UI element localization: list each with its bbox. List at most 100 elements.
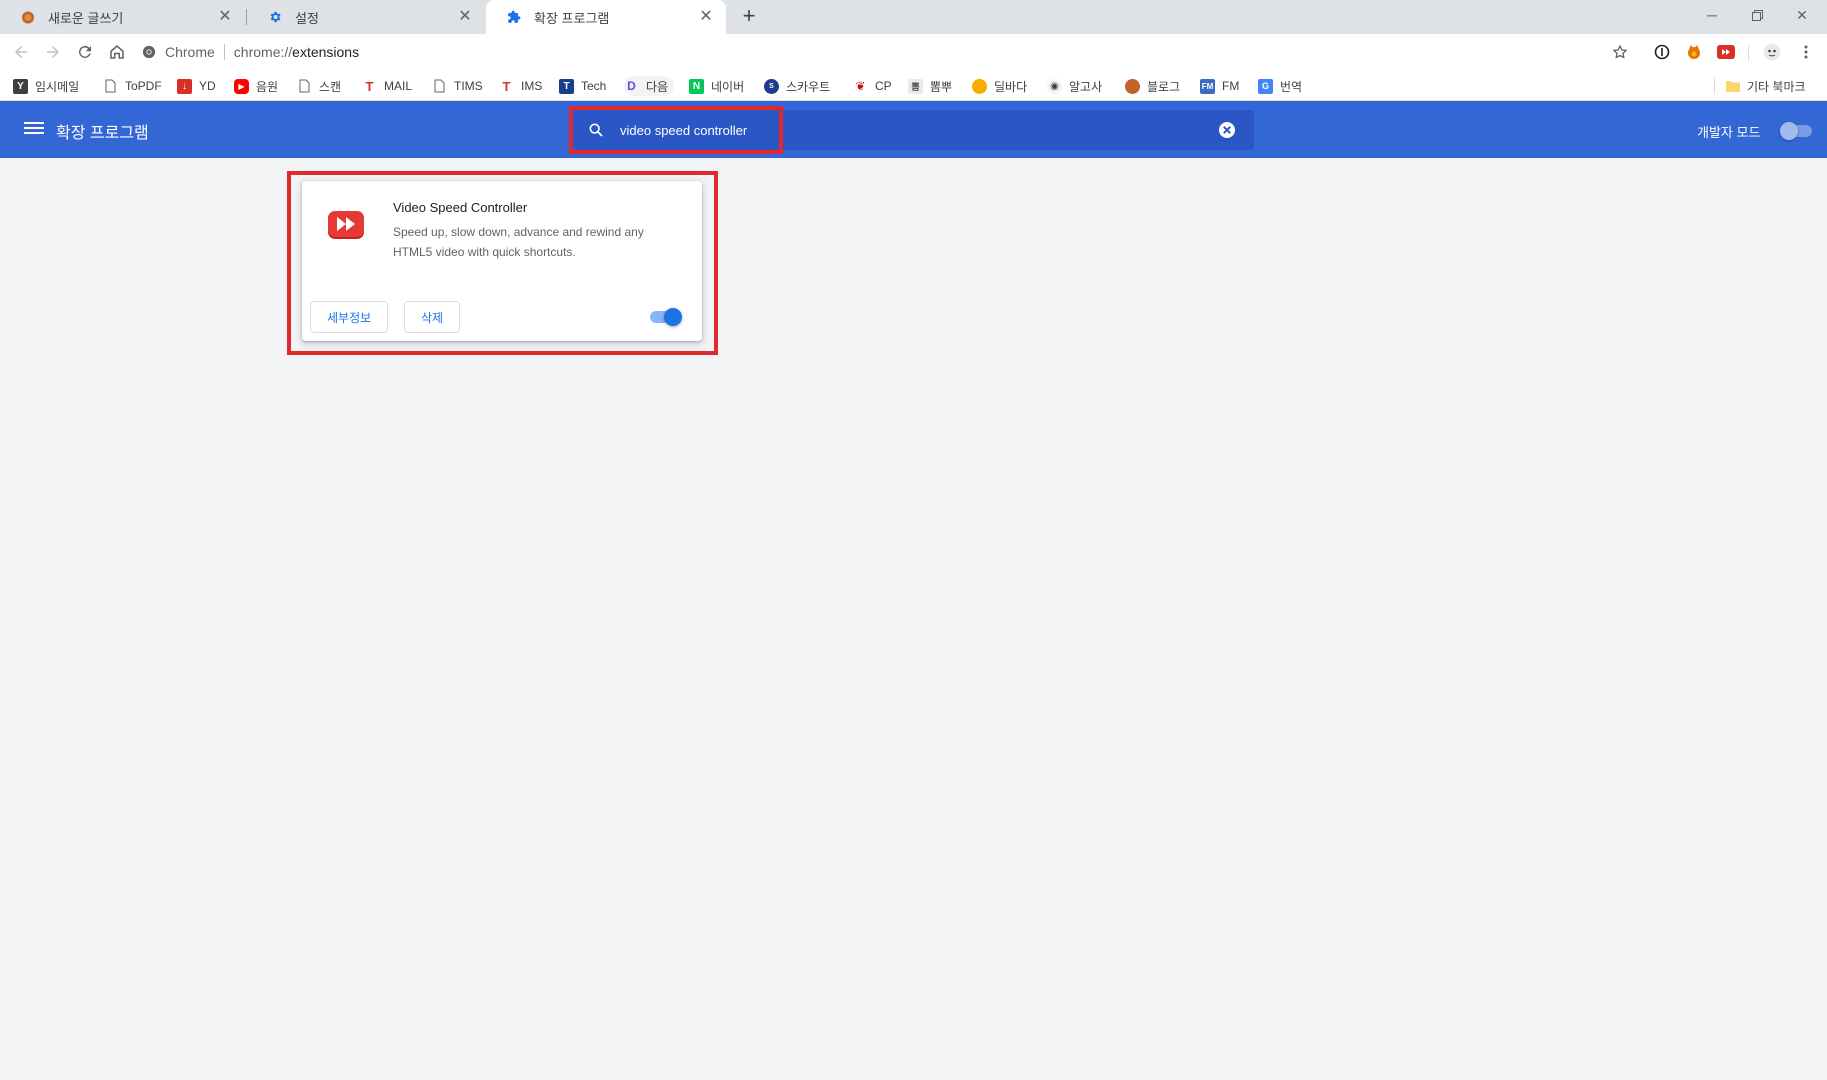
- bookmarks-bar: Y 임시메일 ToPDF ↓ YD ▶ 음원 스캔 T MAIL TIMS T IMS T…: [0, 70, 1827, 101]
- blog-icon: [20, 9, 36, 25]
- bookmark-label: IMS: [521, 79, 543, 93]
- translate-icon: G: [1258, 78, 1273, 94]
- bookmark-item[interactable]: TIMS: [432, 76, 483, 96]
- fast-forward-icon: [326, 205, 370, 249]
- bookmark-label: Tech: [581, 79, 607, 93]
- address-bar[interactable]: Chrome chrome://extensions: [142, 37, 1668, 67]
- fm-icon: FM: [1200, 78, 1215, 94]
- restore-button[interactable]: [1735, 0, 1779, 30]
- bookmark-item[interactable]: T MAIL: [362, 76, 413, 96]
- tech-icon: T: [559, 78, 574, 94]
- bookmark-item[interactable]: ❦ CP: [853, 76, 892, 96]
- tab-close-icon[interactable]: ✕: [217, 9, 233, 25]
- extension-card: Video Speed Controller Speed up, slow do…: [302, 181, 702, 341]
- bookmark-star-button[interactable]: [1611, 43, 1629, 61]
- tab-close-icon[interactable]: ✕: [457, 9, 473, 25]
- url-scheme: chrome://: [233, 44, 293, 60]
- search-input[interactable]: [620, 122, 1217, 138]
- chrome-menu-button[interactable]: [1797, 43, 1815, 61]
- bookmark-item[interactable]: N 네이버: [689, 76, 744, 96]
- chrome-icon: [142, 45, 156, 59]
- bookmark-label: 스캔: [319, 79, 342, 94]
- bookmark-item[interactable]: 블로그: [1125, 76, 1180, 96]
- clear-search-icon[interactable]: [1217, 120, 1237, 140]
- scout-icon: S: [764, 78, 779, 94]
- bookmark-item[interactable]: 딜바다: [972, 76, 1027, 96]
- dealbada-icon: [972, 78, 987, 94]
- extension-description: Speed up, slow down, advance and rewind …: [393, 225, 644, 259]
- bookmark-label: 임시메일: [35, 79, 80, 94]
- bookmark-label: YD: [199, 79, 216, 93]
- gear-icon: [267, 9, 283, 25]
- ppomppu-icon: 뽐: [908, 78, 923, 94]
- tab-new-post[interactable]: 새로운 글쓰기 ✕: [0, 0, 245, 34]
- download-icon: ↓: [177, 78, 192, 94]
- extension-enable-toggle[interactable]: [650, 308, 682, 326]
- bookmark-item[interactable]: ToPDF: [103, 76, 162, 96]
- extension-name: Video Speed Controller: [393, 200, 528, 215]
- bookmark-item[interactable]: ↓ YD: [177, 76, 216, 96]
- tab-title: 새로운 글쓰기: [48, 10, 124, 26]
- details-button[interactable]: 세부정보: [310, 301, 389, 333]
- bookmark-label: 알고사: [1069, 79, 1103, 94]
- bookmark-label: 음원: [256, 79, 279, 94]
- bookmark-item[interactable]: D 다음: [624, 76, 675, 96]
- bookmark-item[interactable]: 스캔: [297, 76, 341, 96]
- page-title: 확장 프로그램: [56, 125, 149, 142]
- bookmark-label: MAIL: [384, 79, 413, 93]
- bookmark-item[interactable]: ▶ 음원: [234, 76, 278, 96]
- new-tab-button[interactable]: +: [737, 5, 761, 29]
- algosa-icon: ◉: [1047, 78, 1062, 94]
- y-icon: Y: [13, 78, 28, 94]
- bookmark-item[interactable]: T Tech: [559, 76, 606, 96]
- bookmark-label: 블로그: [1147, 79, 1181, 94]
- minimize-button[interactable]: ─: [1690, 0, 1734, 30]
- bookmark-item[interactable]: S 스카우트: [764, 76, 830, 96]
- bookmark-item[interactable]: G 번역: [1258, 76, 1302, 96]
- page-icon: [103, 79, 118, 94]
- restore-icon: [1751, 9, 1763, 21]
- toggle-knob: [1780, 122, 1798, 140]
- bookmark-label: 뽐뿌: [930, 79, 953, 94]
- extension-info-button[interactable]: [1653, 43, 1671, 61]
- forward-button[interactable]: [41, 40, 65, 64]
- extensions-header: 확장 프로그램 개발자 모드: [0, 101, 1827, 158]
- back-button[interactable]: [9, 40, 33, 64]
- blog-icon: [1125, 78, 1140, 94]
- tab-close-icon[interactable]: ✕: [698, 9, 714, 25]
- naver-icon: N: [689, 78, 704, 94]
- bookmark-label: 번역: [1280, 79, 1303, 94]
- search-icon: [586, 120, 606, 140]
- more-vert-icon: [1804, 45, 1808, 59]
- omnibox-divider: [223, 44, 225, 60]
- t-icon: T: [502, 78, 511, 94]
- video-speed-extension-button[interactable]: [1717, 43, 1735, 61]
- other-bookmarks-folder[interactable]: 기타 북마크: [1725, 76, 1806, 96]
- window-close-button[interactable]: ✕: [1780, 0, 1824, 30]
- reload-button[interactable]: [73, 40, 97, 64]
- extension-fox-button[interactable]: [1685, 43, 1703, 61]
- page-icon: [297, 79, 312, 94]
- bookmark-label: ToPDF: [125, 79, 162, 93]
- bookmark-label: CP: [875, 79, 892, 93]
- tab-extensions[interactable]: 확장 프로그램 ✕: [486, 0, 726, 34]
- dev-mode-toggle[interactable]: [1780, 122, 1812, 140]
- home-button[interactable]: [105, 40, 129, 64]
- bookmark-label: 다음: [646, 79, 669, 94]
- folder-icon: [1725, 79, 1740, 94]
- tab-settings[interactable]: 설정 ✕: [247, 0, 485, 34]
- bookmark-label: 딜바다: [994, 79, 1028, 94]
- fox-icon: [1688, 45, 1700, 59]
- bookmark-item[interactable]: T IMS: [499, 76, 543, 96]
- extensions-search-box[interactable]: [572, 110, 1254, 150]
- home-icon: [110, 45, 124, 59]
- profile-button[interactable]: [1763, 43, 1781, 61]
- bookmark-item[interactable]: FM FM: [1200, 76, 1239, 96]
- hamburger-menu-button[interactable]: [24, 119, 44, 139]
- url-path: extensions: [292, 44, 360, 60]
- bookmark-item[interactable]: 뽐 뽐뿌: [908, 76, 952, 96]
- bookmark-item[interactable]: ◉ 알고사: [1047, 76, 1102, 96]
- remove-button[interactable]: 삭제: [404, 301, 461, 333]
- omnibox-chip: Chrome: [165, 44, 215, 60]
- bookmark-item[interactable]: Y 임시메일: [13, 76, 79, 96]
